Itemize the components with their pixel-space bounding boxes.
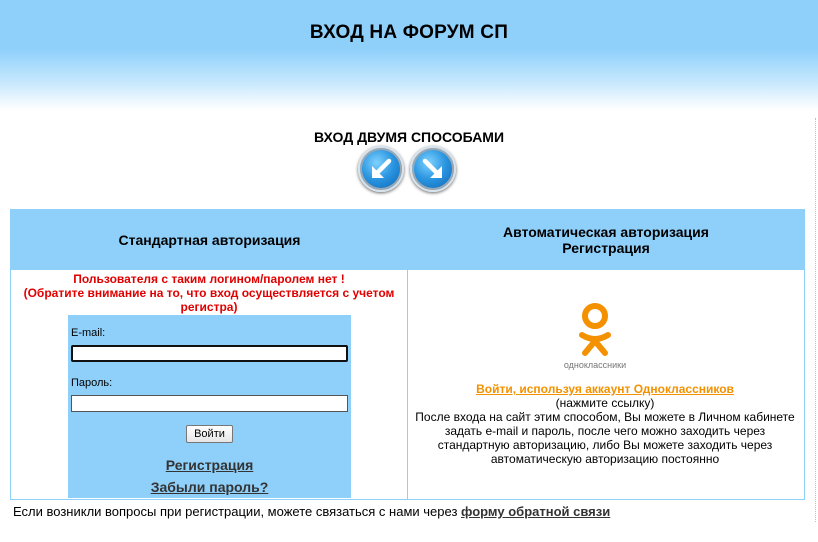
email-field[interactable] <box>71 345 348 362</box>
password-field[interactable] <box>71 395 348 412</box>
column-divider <box>407 210 408 499</box>
odnoklassniki-logo-text: одноклассники <box>563 360 627 370</box>
login-methods-title: ВХОД ДВУМЯ СПОСОБАМИ <box>313 129 505 145</box>
auto-auth-heading-line1: Автоматическая авторизация <box>503 224 709 240</box>
footer-text: Если возникли вопросы при регистрации, м… <box>13 504 462 519</box>
odnoklassniki-logo[interactable] <box>557 300 633 360</box>
arrow-down-right-icon[interactable] <box>410 146 456 192</box>
register-link[interactable]: Регистрация <box>68 457 351 473</box>
auto-auth-heading-line2: Регистрация <box>562 240 650 256</box>
forgot-password-link[interactable]: Забыли пароль? <box>68 479 351 495</box>
odnoklassniki-login-link[interactable]: Войти, используя аккаунт Одноклассников <box>407 382 803 396</box>
page-title: ВХОД НА ФОРУМ СП <box>309 22 509 43</box>
page-header: ВХОД НА ФОРУМ СП <box>0 0 818 110</box>
arrow-down-left-icon[interactable] <box>358 146 404 192</box>
standard-auth-heading: Стандартная авторизация <box>118 232 301 248</box>
auto-auth-heading: Автоматическая авторизация Регистрация <box>408 210 804 270</box>
login-error-message: Пользователя с таким логином/паролем нет… <box>23 272 395 314</box>
password-label: Пароль: <box>71 377 113 389</box>
footer-note: Если возникли вопросы при регистрации, м… <box>13 504 610 519</box>
email-label: E-mail: <box>71 327 106 339</box>
login-form: E-mail: Пароль: Войти Регистрация Забыли… <box>68 315 351 498</box>
odnoklassniki-description: После входа на сайт этим способом, Вы мо… <box>415 410 795 466</box>
login-button[interactable]: Войти <box>186 425 233 443</box>
feedback-form-link[interactable]: форму обратной связи <box>461 504 610 519</box>
click-link-hint: (нажмите ссылку) <box>555 396 655 410</box>
page-right-border <box>815 118 817 522</box>
